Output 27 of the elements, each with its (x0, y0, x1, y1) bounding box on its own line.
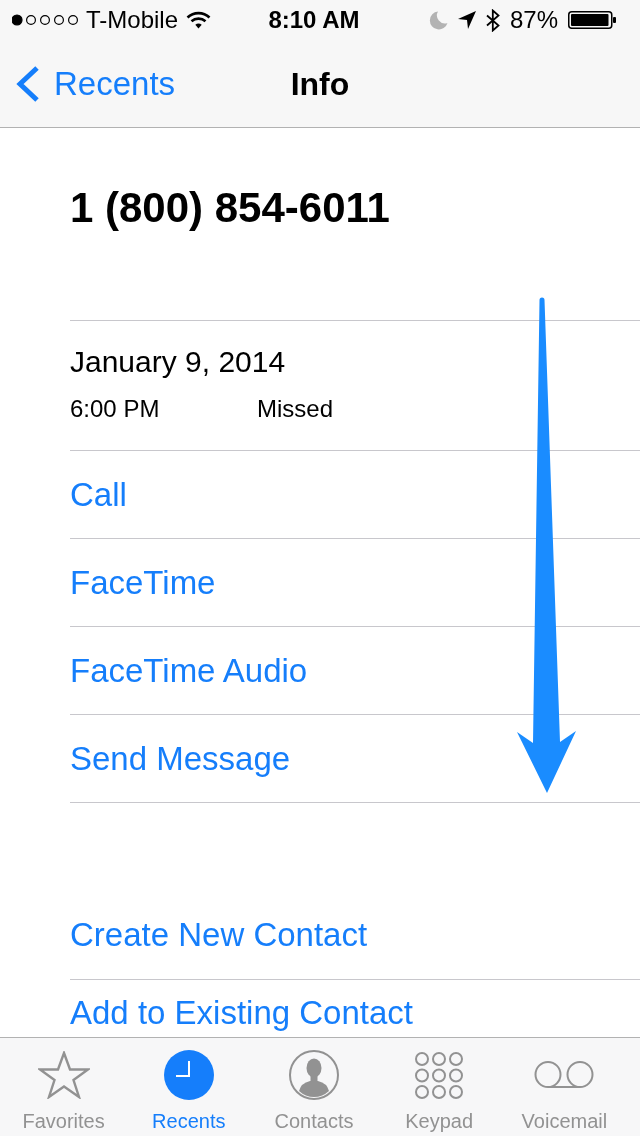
tab-bar-item[interactable]: Contacts (251, 1038, 377, 1136)
tab-bar-item[interactable]: Favorites (1, 1038, 127, 1136)
bluetooth-icon (485, 8, 500, 32)
nav-title: Info (290, 64, 350, 104)
contact-action-item[interactable]: Create New Contact (70, 891, 640, 979)
signal-icon (12, 14, 78, 26)
call-date: January 9, 2014 (70, 345, 286, 379)
status-time: 8:10 AM (268, 6, 360, 34)
clock-icon (163, 1050, 214, 1100)
location-arrow-icon (457, 11, 476, 29)
tab-bar-item[interactable]: Recents (126, 1038, 252, 1136)
battery-icon (568, 11, 616, 29)
wifi-icon (186, 11, 212, 29)
phone-number: 1 (800) 854-6011 (70, 184, 390, 232)
star-icon (37, 1051, 90, 1099)
moon-icon (428, 10, 448, 30)
tab-bar-item[interactable]: Voicemail (501, 1038, 627, 1136)
person-icon (289, 1050, 339, 1100)
keypad-icon (415, 1051, 464, 1099)
call-time: 6:00 PM (70, 395, 160, 423)
back-button[interactable]: Recents (16, 63, 176, 104)
battery-percentage: 87% (509, 6, 558, 34)
carrier-name: T-Mobile (86, 6, 179, 34)
back-chevron-icon (16, 64, 40, 103)
voicemail-icon (534, 1061, 595, 1089)
call-status: Missed (257, 395, 334, 423)
tab-bar-item[interactable]: Keypad (376, 1038, 502, 1136)
